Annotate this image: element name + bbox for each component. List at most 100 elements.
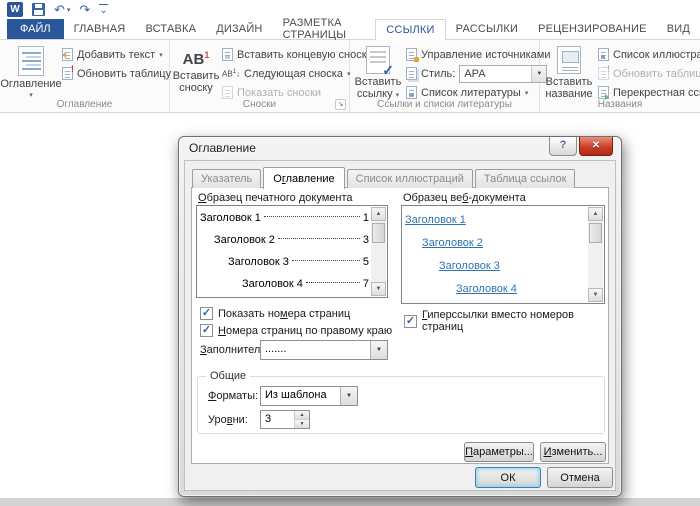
insert-caption-icon — [557, 46, 581, 74]
formats-combobox[interactable]: Из шаблона ▼ — [260, 386, 358, 406]
add-text-label: Добавить текст — [77, 49, 155, 61]
tab-references[interactable]: ССЫЛКИ — [375, 19, 445, 40]
manage-sources-label: Управление источниками — [421, 49, 550, 61]
insert-citation-icon: ✓ — [366, 46, 390, 74]
dialog-help-button[interactable]: ? — [549, 137, 577, 156]
cross-reference-icon — [598, 86, 609, 99]
tab-leader-label: Заполнитель: — [200, 344, 269, 356]
tab-insert[interactable]: ВСТАВКА — [135, 19, 206, 39]
undo-button[interactable]: ↶ ▾ — [54, 3, 70, 16]
group-captions: Вставить название Список иллюстраций Обн… — [540, 40, 700, 112]
formats-dropdown-icon[interactable]: ▼ — [340, 387, 357, 405]
formats-label: Форматы: — [208, 390, 258, 402]
hyperlinks-checkbox[interactable]: ✓ Гиперссылки вместо номеров страниц — [404, 309, 608, 333]
quick-access-toolbar: W ↶ ▾ ↷ ⌄ — [0, 0, 108, 19]
insert-caption-label1: Вставить — [546, 76, 593, 88]
checkbox-checked-icon: ✓ — [200, 307, 213, 320]
spin-down-icon[interactable]: ▼ — [295, 420, 309, 428]
style-icon — [406, 67, 417, 80]
update-table-icon — [62, 67, 73, 80]
toc-dialog: Оглавление ? ✕ Указатель Оглавление Спис… — [178, 136, 622, 497]
add-text-button[interactable]: Добавить текст ▾ — [62, 46, 171, 63]
footnotes-dialog-launcher-icon[interactable]: ↘ — [335, 99, 346, 110]
spin-up-icon[interactable]: ▲ — [295, 411, 309, 420]
levels-spinner[interactable]: 3 ▲ ▼ — [260, 410, 310, 429]
ok-button[interactable]: ОК — [475, 467, 541, 488]
tab-design[interactable]: ДИЗАЙН — [206, 19, 272, 39]
save-icon[interactable] — [32, 3, 45, 16]
footnote-ab-icon: AB1 — [183, 46, 210, 69]
table-of-figures-button[interactable]: Список иллюстраций — [598, 46, 700, 63]
update-table-button[interactable]: Обновить таблицу — [62, 65, 171, 82]
cancel-button[interactable]: Отмена — [547, 467, 613, 488]
checkbox-checked-icon: ✓ — [404, 315, 417, 328]
undo-dropdown-icon[interactable]: ▾ — [67, 6, 71, 14]
ribbon-tab-bar: ФАЙЛ ГЛАВНАЯ ВСТАВКА ДИЗАЙН РАЗМЕТКА СТР… — [0, 19, 700, 40]
tab-mailings[interactable]: РАССЫЛКИ — [446, 19, 528, 39]
chevron-down-icon: ▾ — [159, 51, 163, 59]
show-page-numbers-label: Показать номера страниц — [218, 308, 350, 320]
table-of-figures-label: Список иллюстраций — [613, 49, 700, 61]
levels-value: 3 — [261, 411, 295, 428]
show-page-numbers-checkbox[interactable]: ✓ Показать номера страниц — [200, 307, 350, 320]
style-combobox[interactable]: APA ▼ — [459, 65, 547, 83]
customize-qat-icon[interactable]: ⌄ — [99, 4, 107, 15]
print-preview-label: Образец печатного документа — [198, 192, 353, 204]
insert-citation-label1: Вставить — [355, 76, 402, 88]
table-of-figures-icon — [598, 48, 609, 61]
web-preview-box: Заголовок 1 Заголовок 2 Заголовок 3 Заго… — [401, 205, 605, 304]
update-figures-table-icon — [598, 67, 609, 80]
web-preview-scrollbar[interactable]: ▲ ▼ — [588, 207, 603, 302]
toc-preview-entry: Заголовок 35 — [200, 251, 369, 273]
update-table-label: Обновить таблицу — [77, 68, 171, 80]
scroll-down-icon[interactable]: ▼ — [588, 288, 603, 302]
dialog-close-button[interactable]: ✕ — [579, 137, 613, 156]
show-footnotes-label: Показать сноски — [237, 87, 321, 99]
checkbox-checked-icon: ✓ — [200, 324, 213, 337]
scrollbar-thumb[interactable] — [372, 223, 385, 243]
next-footnote-label: Следующая сноска — [244, 68, 343, 80]
tab-file[interactable]: ФАЙЛ — [7, 19, 64, 39]
update-figures-table-label: Обновить таблицу — [613, 68, 700, 80]
undo-icon: ↶ — [54, 3, 65, 16]
scroll-down-icon[interactable]: ▼ — [371, 282, 386, 296]
web-preview-link: Заголовок 4 — [405, 278, 586, 301]
toc-preview-entry: Заголовок 23 — [200, 229, 369, 251]
right-align-page-numbers-label: Номера страниц по правому краю — [218, 325, 392, 337]
general-groupbox: Общие Форматы: Из шаблона ▼ Уровни: 3 ▲ … — [197, 376, 605, 434]
group-label-toc: Оглавление — [0, 99, 169, 110]
update-figures-table-button: Обновить таблицу — [598, 65, 700, 82]
modify-button[interactable]: Изменить... — [540, 442, 606, 462]
print-preview-scrollbar[interactable]: ▲ ▼ — [371, 207, 386, 296]
tab-layout[interactable]: РАЗМЕТКА СТРАНИЦЫ — [273, 19, 376, 39]
tab-view[interactable]: ВИД — [657, 19, 700, 39]
word-logo-icon[interactable]: W — [7, 2, 23, 17]
tab-leader-combobox[interactable]: ....... ▼ — [260, 340, 388, 360]
next-footnote-icon: AB1↓ — [222, 69, 240, 79]
dialog-tab-index[interactable]: Указатель — [192, 169, 261, 188]
options-button[interactable]: Параметры... — [464, 442, 534, 462]
levels-label: Уровни: — [208, 414, 248, 426]
dialog-tab-authorities[interactable]: Таблица ссылок — [475, 169, 576, 188]
tab-review[interactable]: РЕЦЕНЗИРОВАНИЕ — [528, 19, 657, 39]
scroll-up-icon[interactable]: ▲ — [371, 207, 386, 221]
chevron-down-icon: ▾ — [525, 89, 529, 97]
web-preview-link: Заголовок 2 — [405, 232, 586, 255]
insert-endnote-icon — [222, 48, 233, 61]
dialog-tab-toc[interactable]: Оглавление — [263, 167, 344, 189]
group-table-of-contents: Оглавление ▾ Добавить текст ▾ Обновить т… — [0, 40, 170, 112]
tab-leader-dropdown-icon[interactable]: ▼ — [370, 341, 387, 359]
group-footnotes: AB1 Вставить сноску Вставить концевую сн… — [170, 40, 350, 112]
web-preview-link: Заголовок 3 — [405, 255, 586, 278]
show-footnotes-icon — [222, 86, 233, 99]
scroll-up-icon[interactable]: ▲ — [588, 207, 603, 221]
manage-sources-button[interactable]: Управление источниками — [406, 46, 550, 63]
dialog-tab-figures[interactable]: Список иллюстраций — [347, 169, 473, 188]
right-align-page-numbers-checkbox[interactable]: ✓ Номера страниц по правому краю — [200, 324, 392, 337]
hyperlinks-label: Гиперссылки вместо номеров страниц — [422, 309, 608, 333]
tab-home[interactable]: ГЛАВНАЯ — [64, 19, 136, 39]
table-of-contents-icon — [18, 46, 44, 76]
scrollbar-thumb[interactable] — [589, 223, 602, 243]
general-legend: Общие — [206, 370, 250, 382]
redo-icon[interactable]: ↷ — [79, 3, 90, 16]
